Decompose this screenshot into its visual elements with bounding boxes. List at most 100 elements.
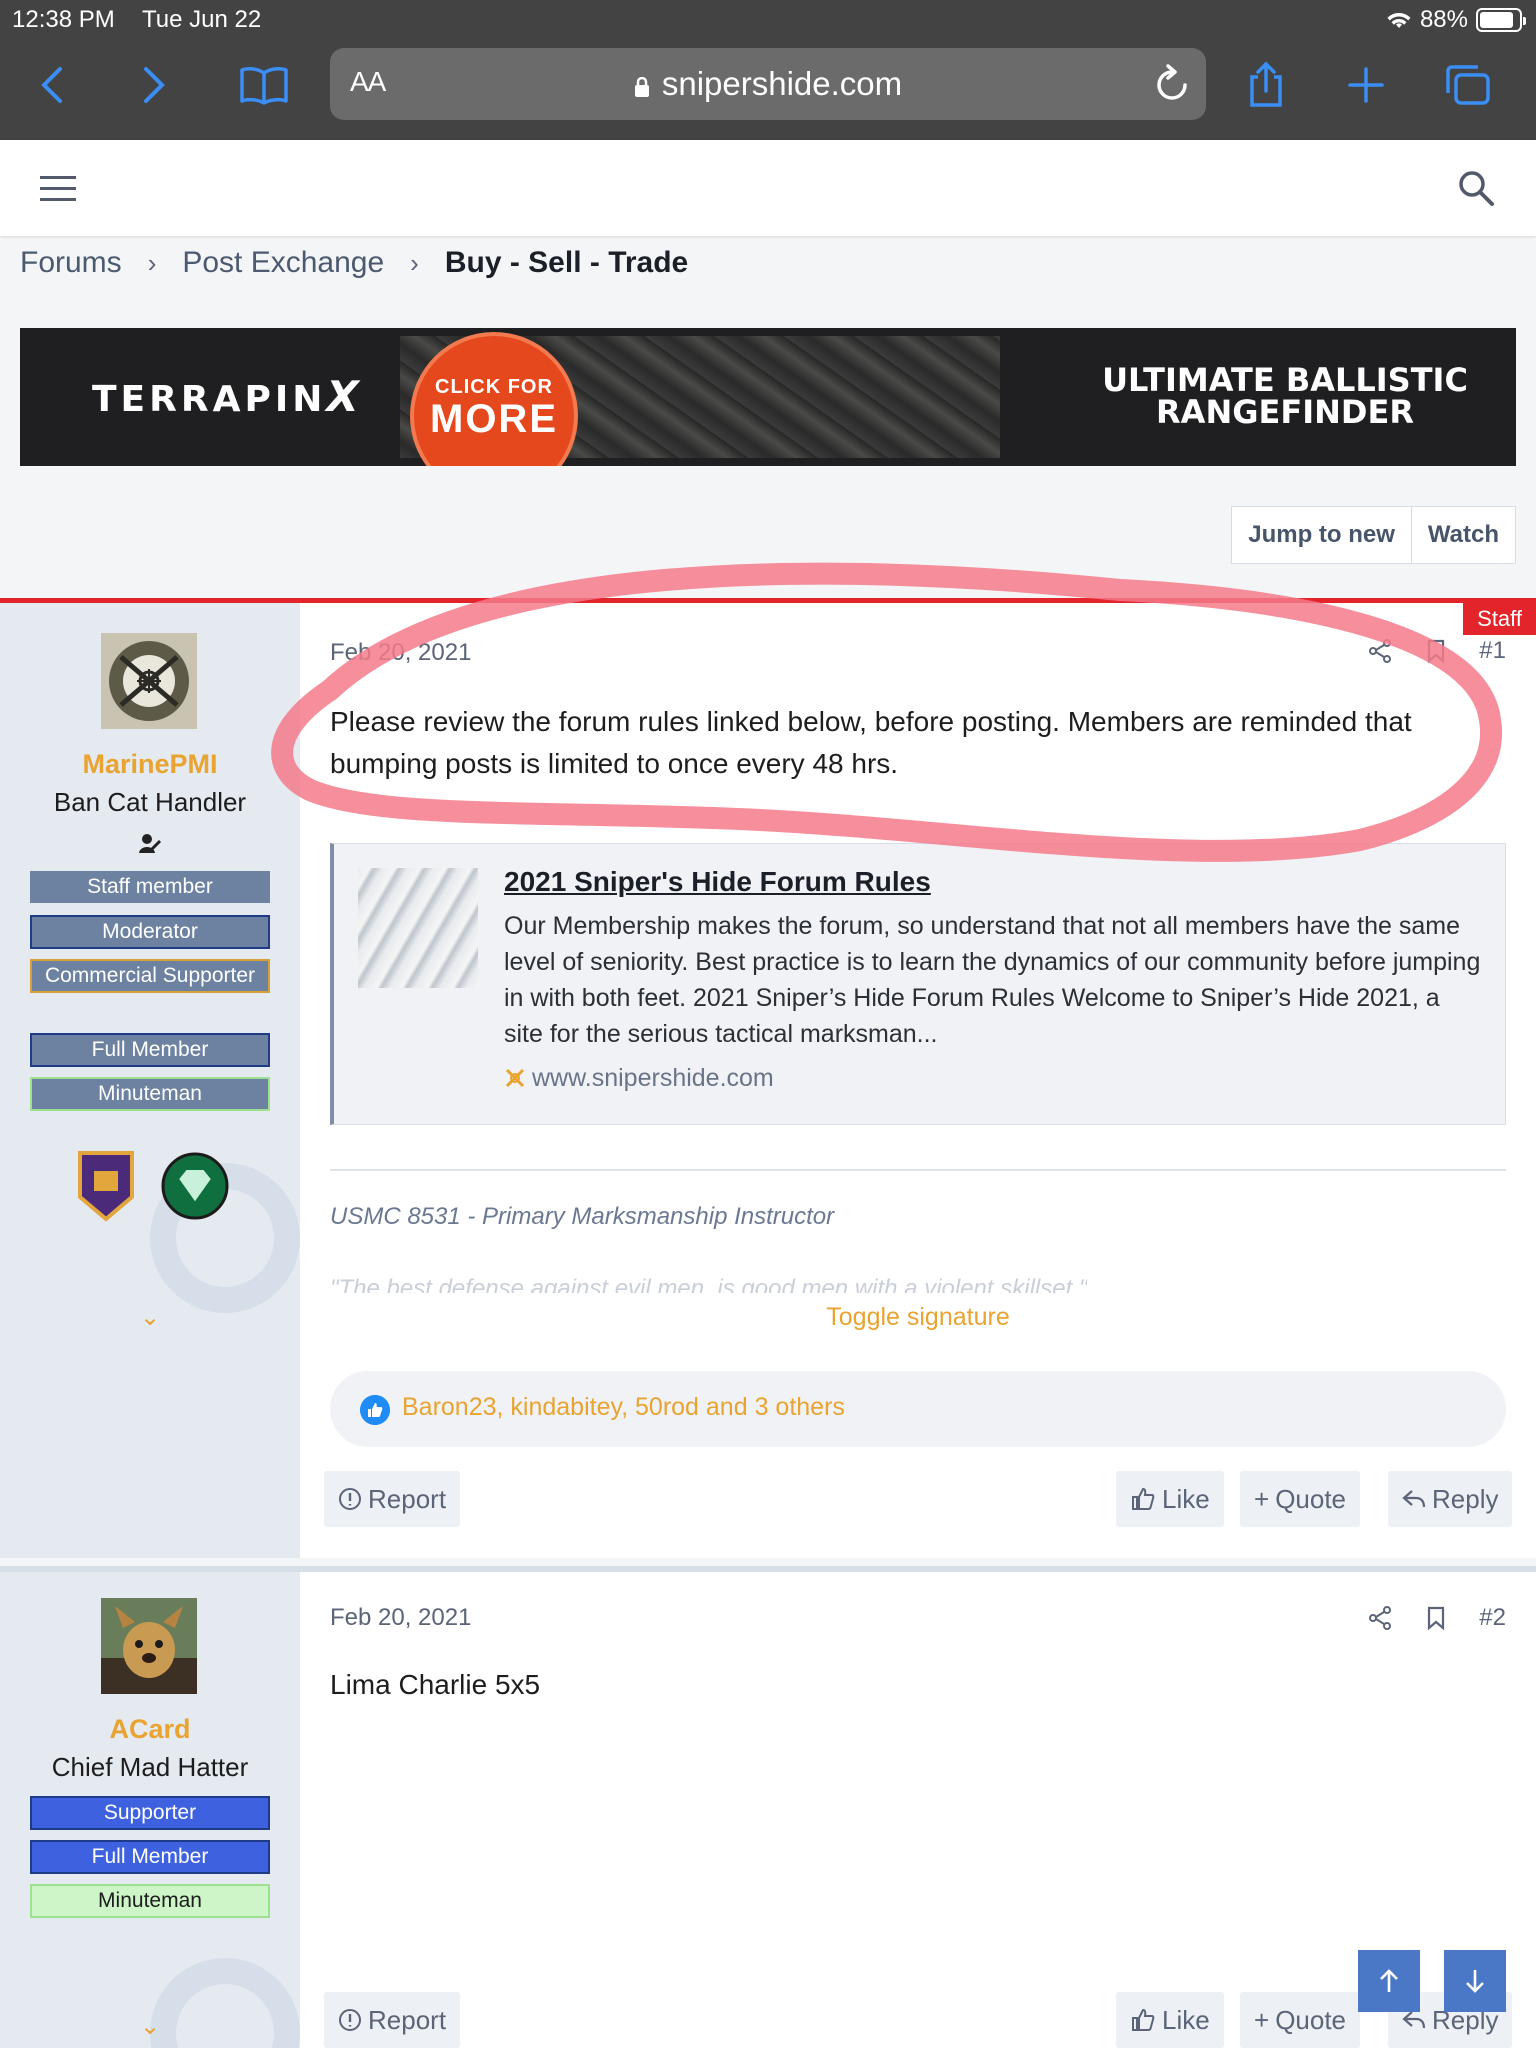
ad-banner[interactable]: TERRAPINX CLICK FOR MORE ULTIMATE BALLIS…: [20, 328, 1516, 466]
reply-icon: [1402, 1490, 1426, 1508]
wifi-icon: [1387, 12, 1411, 28]
reload-icon[interactable]: [1154, 64, 1190, 104]
link-preview-domain: www.snipershide.com: [504, 1064, 774, 1093]
jump-to-new-button[interactable]: Jump to new: [1231, 506, 1412, 564]
link-preview-title[interactable]: 2021 Sniper's Hide Forum Rules: [504, 866, 931, 898]
share-button[interactable]: [1236, 60, 1296, 110]
toggle-signature-link[interactable]: Toggle signature: [300, 1303, 1536, 1332]
link-preview-description: Our Membership makes the forum, so under…: [504, 912, 1481, 1048]
arrow-down-icon: [1466, 1970, 1484, 1993]
ad-logo: TERRAPINX: [92, 372, 363, 421]
status-time: 12:38 PM: [12, 6, 115, 33]
thumbs-up-icon: [1132, 2008, 1155, 2031]
avatar[interactable]: [101, 1598, 197, 1694]
post-1: MarinePMI Ban Cat Handler Staff member M…: [0, 598, 1536, 1558]
chevron-right-icon: ›: [147, 247, 157, 278]
post-body: Lima Charlie 5x5: [330, 1669, 541, 1700]
battery-icon: [1476, 8, 1526, 32]
ad-cta-big: MORE: [430, 397, 558, 441]
user-cell: MarinePMI Ban Cat Handler Staff member M…: [0, 603, 300, 1558]
link-preview-thumbnail: [358, 868, 478, 988]
lock-icon: [634, 77, 649, 97]
reply-button[interactable]: Reply: [1388, 1471, 1513, 1527]
post-tools: #2: [1367, 1604, 1506, 1632]
quote-label: Quote: [1275, 1483, 1347, 1514]
breadcrumb-current[interactable]: Buy - Sell - Trade: [445, 246, 688, 280]
avatar[interactable]: [101, 633, 197, 729]
like-button[interactable]: Like: [1116, 1992, 1224, 2048]
user-cell: ACard Chief Mad Hatter Supporter Full Me…: [0, 1572, 300, 2048]
post-body: Please review the forum rules linked bel…: [330, 706, 1412, 779]
address-bar[interactable]: AA snipershide.com: [330, 48, 1206, 120]
report-label: Report: [368, 2004, 447, 2035]
post-number[interactable]: #2: [1479, 1604, 1506, 1632]
report-button[interactable]: Report: [324, 1471, 461, 1527]
plus-icon: [1348, 67, 1384, 103]
search-icon[interactable]: [1456, 168, 1496, 208]
username[interactable]: ACard: [0, 1714, 300, 1745]
report-icon: [339, 1488, 361, 1510]
bookmark-icon[interactable]: [1423, 1605, 1449, 1631]
breadcrumb-post-exchange[interactable]: Post Exchange: [182, 246, 384, 280]
reaction-users[interactable]: Baron23, kindabitey, 50rod and 3 others: [402, 1393, 845, 1422]
ad-tagline-1: ULTIMATE BALLISTIC: [1102, 361, 1468, 399]
report-button[interactable]: Report: [324, 1992, 461, 2048]
safari-toolbar: AA snipershide.com: [0, 40, 1536, 140]
staff-badge: Staff: [1463, 603, 1536, 635]
banner-full-member: Full Member: [30, 1840, 270, 1874]
url-display[interactable]: snipershide.com: [330, 65, 1206, 103]
chevron-right-icon: ›: [410, 247, 419, 278]
quote-button[interactable]: + Quote: [1240, 1992, 1361, 2048]
username[interactable]: MarinePMI: [0, 749, 300, 780]
user-edit-icon: [139, 834, 162, 853]
ad-logo-text: TERRAPIN: [92, 379, 327, 420]
banner-full-member: Full Member: [30, 1033, 270, 1067]
tabs-button[interactable]: [1438, 60, 1498, 110]
post-tools: #1: [1367, 637, 1506, 665]
bookmark-icon[interactable]: [1423, 638, 1449, 664]
back-button[interactable]: [22, 60, 82, 110]
link-preview[interactable]: 2021 Sniper's Hide Forum Rules Our Membe…: [330, 843, 1506, 1125]
plus-icon: +: [1254, 2004, 1270, 2035]
chevron-right-icon: [144, 67, 165, 103]
reply-icon: [1402, 2011, 1426, 2029]
like-label: Like: [1162, 1483, 1210, 1514]
like-label: Like: [1162, 2004, 1210, 2035]
thread-tools: Jump to new Watch: [1231, 506, 1516, 564]
link-preview-domain-text: www.snipershide.com: [532, 1064, 774, 1092]
breadcrumb-forums[interactable]: Forums: [20, 246, 122, 280]
reply-label: Reply: [1432, 1483, 1499, 1514]
watch-button[interactable]: Watch: [1411, 506, 1516, 564]
status-bar: 12:38 PM Tue Jun 22 88%: [0, 0, 1536, 40]
scroll-to-bottom-button[interactable]: [1444, 1950, 1506, 2012]
new-tab-button[interactable]: [1336, 60, 1396, 110]
banner-moderator: Moderator: [30, 915, 270, 949]
ad-logo-mark: X: [326, 372, 363, 421]
post-date[interactable]: Feb 20, 2021: [330, 639, 471, 667]
chevron-left-icon: [41, 67, 62, 103]
ad-tagline-2: RANGEFINDER: [1156, 393, 1414, 431]
plus-icon: +: [1254, 1483, 1270, 1514]
share-icon[interactable]: [1367, 1605, 1393, 1631]
banner-supporter: Supporter: [30, 1796, 270, 1830]
share-icon[interactable]: [1367, 638, 1393, 664]
chevron-down-icon[interactable]: ⌄: [140, 2012, 160, 2041]
site-watermark: [150, 1958, 300, 2048]
quote-button[interactable]: + Quote: [1240, 1471, 1361, 1527]
scroll-to-top-button[interactable]: [1358, 1950, 1420, 2012]
post-date[interactable]: Feb 20, 2021: [330, 1604, 471, 1632]
post-2: ACard Chief Mad Hatter Supporter Full Me…: [0, 1566, 1536, 2048]
post-number[interactable]: #1: [1479, 637, 1506, 665]
banner-minuteman: Minuteman: [30, 1884, 270, 1918]
like-button[interactable]: Like: [1116, 1471, 1224, 1527]
award-diamond-icon: [161, 1152, 229, 1220]
message-cell: Staff Feb 20, 2021 #1 Please review the …: [300, 603, 1536, 1558]
book-icon: [240, 67, 288, 105]
reactions-bar[interactable]: Baron23, kindabitey, 50rod and 3 others: [330, 1371, 1506, 1447]
menu-icon[interactable]: [40, 176, 76, 202]
bookmarks-button[interactable]: [234, 60, 294, 110]
ad-tagline: ULTIMATE BALLISTIC RANGEFINDER: [1080, 364, 1490, 428]
forward-button[interactable]: [124, 60, 184, 110]
chevron-down-icon[interactable]: ⌄: [140, 1303, 160, 1332]
signature-divider: [330, 1169, 1506, 1171]
